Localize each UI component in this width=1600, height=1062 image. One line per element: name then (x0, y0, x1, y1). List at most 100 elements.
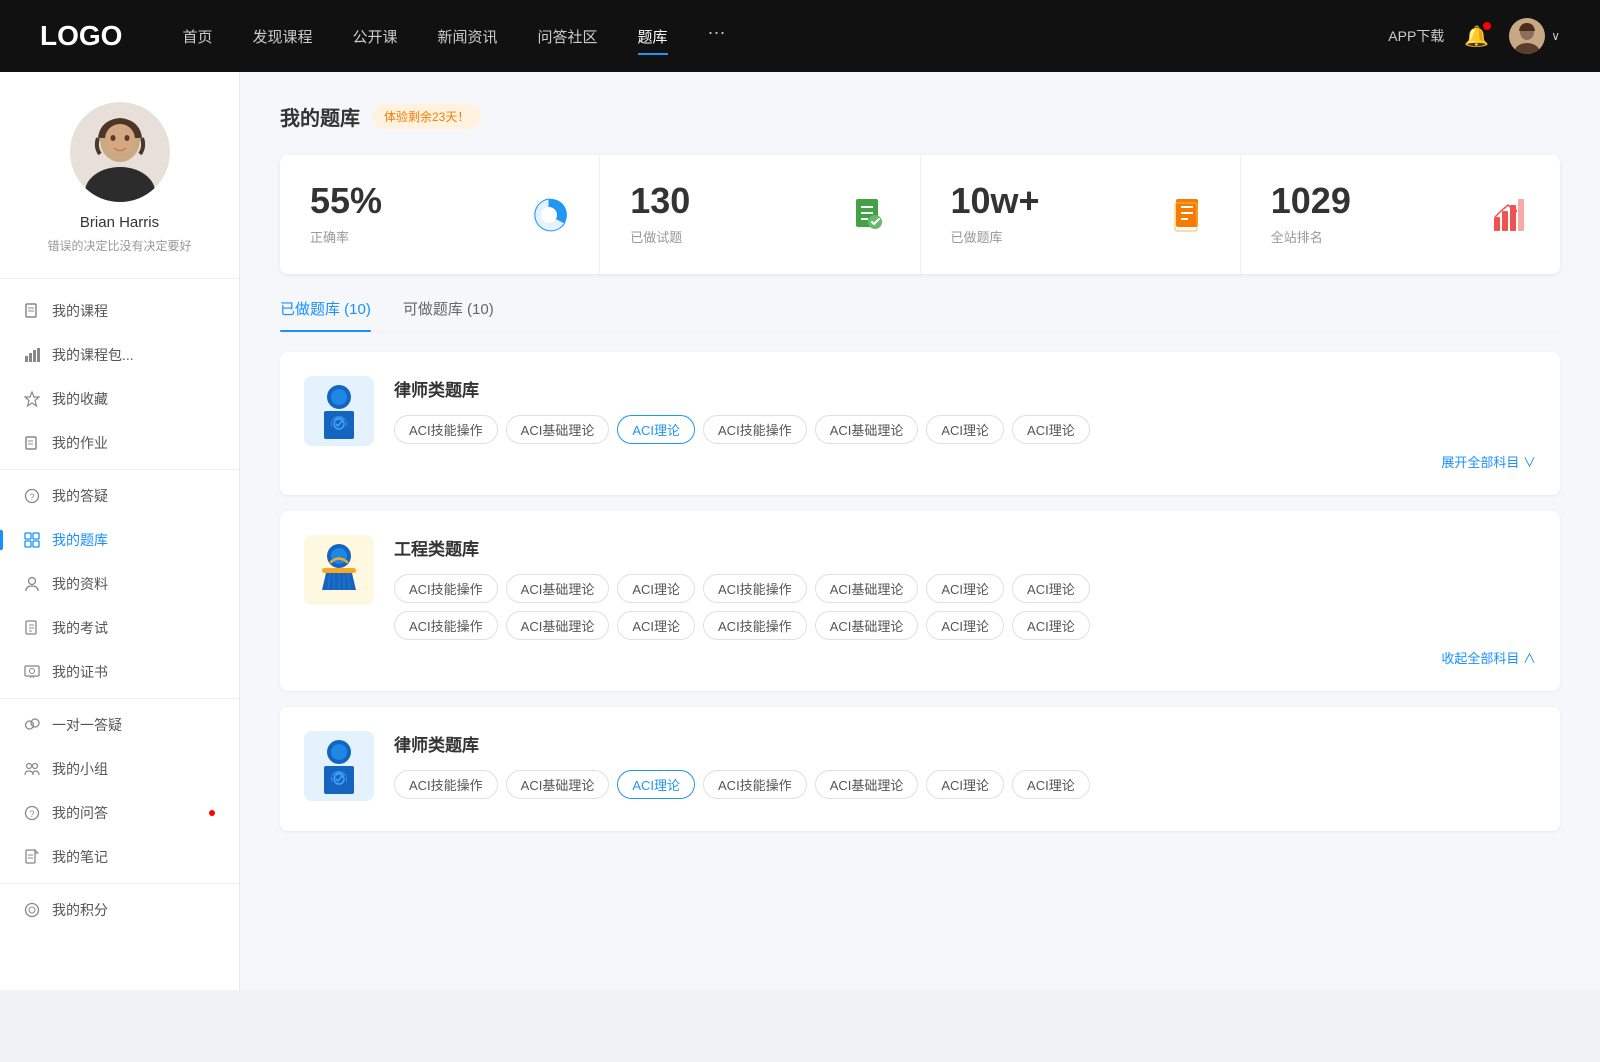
sidebar-item-points[interactable]: 我的积分 (0, 888, 239, 932)
people-icon (24, 576, 40, 592)
group-icon (24, 761, 40, 777)
tag-3-0[interactable]: ACI技能操作 (394, 770, 498, 799)
nav-open-course[interactable]: 公开课 (352, 22, 397, 51)
qbank-header-3: 律师类题库 ACI技能操作 ACI基础理论 ACI理论 ACI技能操作 ACI基… (304, 731, 1536, 807)
logo[interactable]: LOGO (40, 20, 122, 52)
tag-1-5[interactable]: ACI理论 (926, 415, 1004, 444)
tag-3-4[interactable]: ACI基础理论 (815, 770, 919, 799)
qbank-info-1: 律师类题库 ACI技能操作 ACI基础理论 ACI理论 ACI技能操作 ACI基… (394, 376, 1536, 471)
sidebar-item-group[interactable]: 我的小组 (0, 747, 239, 791)
avatar (1509, 18, 1545, 54)
tag-3-5[interactable]: ACI理论 (926, 770, 1004, 799)
tag-2b-0[interactable]: ACI技能操作 (394, 611, 498, 640)
sidebar-item-qbank-label: 我的题库 (52, 530, 108, 550)
header: LOGO 首页 发现课程 公开课 新闻资讯 问答社区 题库 ··· APP下载 … (0, 0, 1600, 72)
trial-badge: 体验剩余23天！ (372, 104, 481, 129)
stat-rank-text: 1029 全站排名 (1271, 183, 1474, 246)
stat-rank-value: 1029 (1271, 183, 1474, 219)
sidebar-item-cert-label: 我的证书 (52, 662, 108, 682)
content-area: 我的题库 体验剩余23天！ 55% 正确率 (240, 72, 1600, 990)
tag-1-4[interactable]: ACI基础理论 (815, 415, 919, 444)
sidebar-item-notes-label: 我的笔记 (52, 847, 108, 867)
stat-accuracy: 55% 正确率 (280, 155, 600, 274)
tab-done-banks[interactable]: 已做题库 (10) (280, 298, 371, 331)
stats-card: 55% 正确率 130 已做试题 (280, 155, 1560, 274)
tag-1-3[interactable]: ACI技能操作 (703, 415, 807, 444)
nav-news[interactable]: 新闻资讯 (438, 22, 498, 51)
sidebar-profile: Brian Harris 错误的决定比没有决定要好 (0, 102, 239, 279)
user-menu-chevron[interactable]: ∨ (1551, 29, 1560, 43)
qa-icon: ? (24, 805, 40, 821)
separator-1 (0, 469, 239, 470)
doc-green-icon (850, 195, 890, 235)
tag-2b-4[interactable]: ACI基础理论 (815, 611, 919, 640)
svg-text:?: ? (29, 809, 34, 819)
nav-home[interactable]: 首页 (182, 22, 212, 51)
tag-3-6[interactable]: ACI理论 (1012, 770, 1090, 799)
nav-qa[interactable]: 问答社区 (538, 22, 598, 51)
tag-3-3[interactable]: ACI技能操作 (703, 770, 807, 799)
sidebar-item-favorites[interactable]: 我的收藏 (0, 377, 239, 421)
sidebar-item-exam[interactable]: 我的考试 (0, 606, 239, 650)
tag-2-6[interactable]: ACI理论 (1012, 574, 1090, 603)
sidebar-item-homework[interactable]: 我的作业 (0, 421, 239, 465)
nav-quiz[interactable]: 题库 (638, 22, 668, 51)
main-container: Brian Harris 错误的决定比没有决定要好 我的课程 我的课程包... (0, 72, 1600, 990)
sidebar-item-cert[interactable]: 我的证书 (0, 650, 239, 694)
tag-2b-1[interactable]: ACI基础理论 (506, 611, 610, 640)
qbank-header-2: 工程类题库 ACI技能操作 ACI基础理论 ACI理论 ACI技能操作 ACI基… (304, 535, 1536, 667)
tag-2-1[interactable]: ACI基础理论 (506, 574, 610, 603)
sidebar-item-qa[interactable]: ? 我的答疑 (0, 474, 239, 518)
qbank-title-2: 工程类题库 (394, 535, 1536, 560)
stat-done-banks: 10w+ 已做题库 (921, 155, 1241, 274)
tag-2-3[interactable]: ACI技能操作 (703, 574, 807, 603)
nav-discover[interactable]: 发现课程 (252, 22, 312, 51)
tag-1-2[interactable]: ACI理论 (617, 415, 695, 444)
profile-name: Brian Harris (80, 214, 159, 231)
stat-banks-value: 10w+ (951, 183, 1154, 219)
sidebar-item-packages[interactable]: 我的课程包... (0, 333, 239, 377)
tag-2-5[interactable]: ACI理论 (926, 574, 1004, 603)
sidebar-item-notes[interactable]: 我的笔记 (0, 835, 239, 879)
tag-2b-3[interactable]: ACI技能操作 (703, 611, 807, 640)
tag-2b-6[interactable]: ACI理论 (1012, 611, 1090, 640)
qbank-expand-1[interactable]: 展开全部科目 ∨ (394, 452, 1536, 471)
qbank-collapse-2[interactable]: 收起全部科目 ∧ (394, 648, 1536, 667)
tag-1-1[interactable]: ACI基础理论 (506, 415, 610, 444)
tag-2-4[interactable]: ACI基础理论 (815, 574, 919, 603)
sidebar: Brian Harris 错误的决定比没有决定要好 我的课程 我的课程包... (0, 72, 240, 990)
tag-3-1[interactable]: ACI基础理论 (506, 770, 610, 799)
tab-available-banks[interactable]: 可做题库 (10) (403, 298, 494, 331)
tag-1-6[interactable]: ACI理论 (1012, 415, 1090, 444)
stat-rank: 1029 全站排名 (1241, 155, 1560, 274)
sidebar-item-one-on-one-label: 一对一答疑 (52, 715, 122, 735)
sidebar-item-qbank[interactable]: 我的题库 (0, 518, 239, 562)
sidebar-item-my-qa[interactable]: ? 我的问答 (0, 791, 239, 835)
page-header: 我的题库 体验剩余23天！ (280, 102, 1560, 131)
stat-accuracy-label: 正确率 (310, 227, 513, 246)
qbank-tags-1: ACI技能操作 ACI基础理论 ACI理论 ACI技能操作 ACI基础理论 AC… (394, 415, 1536, 444)
tag-1-0[interactable]: ACI技能操作 (394, 415, 498, 444)
chat-icon (24, 717, 40, 733)
tag-2b-5[interactable]: ACI理论 (926, 611, 1004, 640)
main-nav: 首页 发现课程 公开课 新闻资讯 问答社区 题库 ··· (182, 22, 1388, 51)
qbank-tags-3: ACI技能操作 ACI基础理论 ACI理论 ACI技能操作 ACI基础理论 AC… (394, 770, 1536, 799)
doc-orange-icon (1170, 195, 1210, 235)
notification-dot (1483, 22, 1491, 30)
qbank-card-engineer: 工程类题库 ACI技能操作 ACI基础理论 ACI理论 ACI技能操作 ACI基… (280, 511, 1560, 691)
sidebar-item-one-on-one[interactable]: 一对一答疑 (0, 703, 239, 747)
notification-bell[interactable] (1464, 24, 1489, 49)
sidebar-menu: 我的课程 我的课程包... 我的收藏 我的作业 (0, 279, 239, 932)
nav-more[interactable]: ··· (708, 22, 726, 51)
sidebar-item-exam-label: 我的考试 (52, 618, 108, 638)
sidebar-item-courses[interactable]: 我的课程 (0, 289, 239, 333)
tag-2-0[interactable]: ACI技能操作 (394, 574, 498, 603)
app-download-button[interactable]: APP下载 (1388, 26, 1444, 46)
user-avatar-container[interactable]: ∨ (1509, 18, 1560, 54)
tag-3-2[interactable]: ACI理论 (617, 770, 695, 799)
tag-2b-2[interactable]: ACI理论 (617, 611, 695, 640)
tag-2-2[interactable]: ACI理论 (617, 574, 695, 603)
my-qa-dot (209, 810, 215, 816)
sidebar-item-profile[interactable]: 我的资料 (0, 562, 239, 606)
qbank-title-3: 律师类题库 (394, 731, 1536, 756)
